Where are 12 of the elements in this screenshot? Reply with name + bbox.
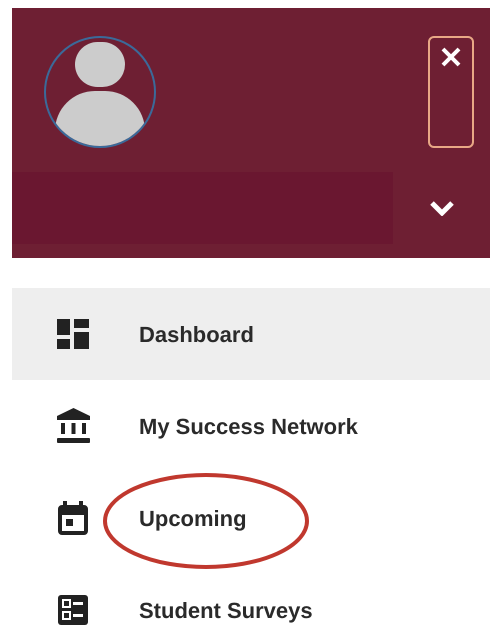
- survey-icon: [58, 595, 88, 625]
- bank-icon: [56, 408, 90, 444]
- calendar-icon: [58, 501, 88, 535]
- menu-item[interactable]: Dashboard: [12, 288, 490, 380]
- close-button[interactable]: [428, 36, 474, 148]
- menu-label: Student Surveys: [139, 596, 313, 625]
- dashboard-icon: [57, 319, 89, 349]
- menu-label: Dashboard: [139, 320, 254, 348]
- menu-label: Upcoming: [139, 504, 247, 533]
- menu-label: My Success Network: [139, 412, 358, 441]
- chevron-icon: [428, 200, 454, 216]
- close-icon: [440, 46, 462, 68]
